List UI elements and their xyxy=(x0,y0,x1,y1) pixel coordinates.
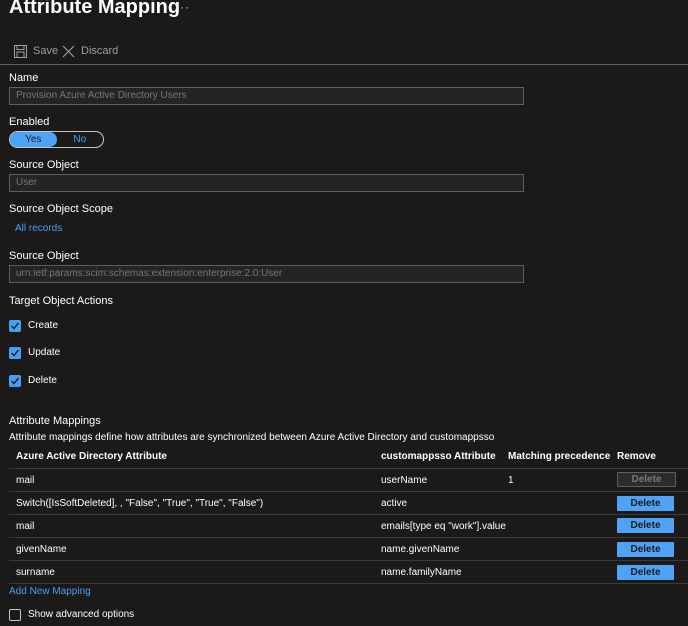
show-advanced-options-label: Show advanced options xyxy=(28,609,135,620)
table-cell-precedence: 1 xyxy=(508,475,514,486)
delete-checkbox[interactable] xyxy=(9,375,21,387)
enabled-toggle[interactable]: Yes No xyxy=(9,131,104,148)
table-cell-source[interactable]: Switch([IsSoftDeleted], , "False", "True… xyxy=(16,498,263,509)
delete-mapping-button[interactable]: Delete xyxy=(617,496,674,511)
enabled-label: Enabled xyxy=(9,116,50,128)
source-object-label: Source Object xyxy=(9,159,79,171)
discard-label: Discard xyxy=(81,45,119,57)
table-divider xyxy=(9,514,688,515)
target-object-label: Source Object xyxy=(9,250,79,262)
column-header-target: customappsso Attribute xyxy=(381,451,496,462)
checkmark-icon xyxy=(11,377,20,385)
table-cell-target[interactable]: name.givenName xyxy=(381,544,459,555)
create-label: Create xyxy=(28,320,59,331)
delete-mapping-button[interactable]: Delete xyxy=(617,542,674,557)
table-cell-target[interactable]: emails[type eq "work"].value xyxy=(381,521,506,532)
more-options-button[interactable]: ··· xyxy=(175,0,190,14)
toolbar-divider xyxy=(0,64,688,65)
delete-mapping-button[interactable]: Delete xyxy=(617,565,674,580)
delete-mapping-button[interactable]: Delete xyxy=(617,518,674,533)
page-title: Attribute Mapping xyxy=(9,0,181,18)
save-label: Save xyxy=(33,45,59,57)
target-object-field[interactable]: urn:ietf:params:scim:schemas:extension:e… xyxy=(9,265,524,283)
save-icon xyxy=(14,44,27,58)
attribute-mappings-heading: Attribute Mappings xyxy=(9,415,101,427)
table-cell-target[interactable]: userName xyxy=(381,475,427,486)
table-cell-source[interactable]: mail xyxy=(16,521,34,532)
all-records-link[interactable]: All records xyxy=(15,223,62,234)
discard-button[interactable]: Discard xyxy=(62,44,118,58)
table-divider xyxy=(9,560,688,561)
delete-mapping-button[interactable]: Delete xyxy=(617,472,676,487)
name-label: Name xyxy=(9,72,39,84)
column-header-precedence: Matching precedence xyxy=(508,451,611,462)
add-new-mapping-link[interactable]: Add New Mapping xyxy=(9,586,91,597)
show-advanced-options-checkbox[interactable] xyxy=(9,609,21,621)
column-header-remove: Remove xyxy=(617,451,656,462)
table-cell-source[interactable]: surname xyxy=(16,567,55,578)
table-divider xyxy=(9,537,688,538)
close-icon xyxy=(62,45,75,58)
update-checkbox[interactable] xyxy=(9,347,21,359)
table-cell-source[interactable]: mail xyxy=(16,475,34,486)
save-button[interactable]: Save xyxy=(14,44,58,58)
table-cell-target[interactable]: name.familyName xyxy=(381,567,462,578)
source-object-field[interactable]: User xyxy=(9,174,524,192)
update-label: Update xyxy=(28,347,61,358)
attribute-mappings-description: Attribute mappings define how attributes… xyxy=(9,432,495,443)
table-divider xyxy=(9,468,688,469)
table-cell-source[interactable]: givenName xyxy=(16,544,67,555)
table-cell-target[interactable]: active xyxy=(381,498,407,509)
checkmark-icon xyxy=(11,322,20,330)
enabled-yes-option[interactable]: Yes xyxy=(10,132,57,147)
create-checkbox[interactable] xyxy=(9,320,21,332)
enabled-no-option[interactable]: No xyxy=(57,132,104,147)
column-header-source: Azure Active Directory Attribute xyxy=(16,451,167,462)
checkmark-icon xyxy=(11,349,20,357)
name-field[interactable]: Provision Azure Active Directory Users xyxy=(9,87,524,105)
source-object-scope-label: Source Object Scope xyxy=(9,203,113,215)
target-object-actions-label: Target Object Actions xyxy=(9,295,113,307)
table-divider xyxy=(9,583,688,584)
delete-label: Delete xyxy=(28,375,57,386)
table-divider xyxy=(9,491,688,492)
